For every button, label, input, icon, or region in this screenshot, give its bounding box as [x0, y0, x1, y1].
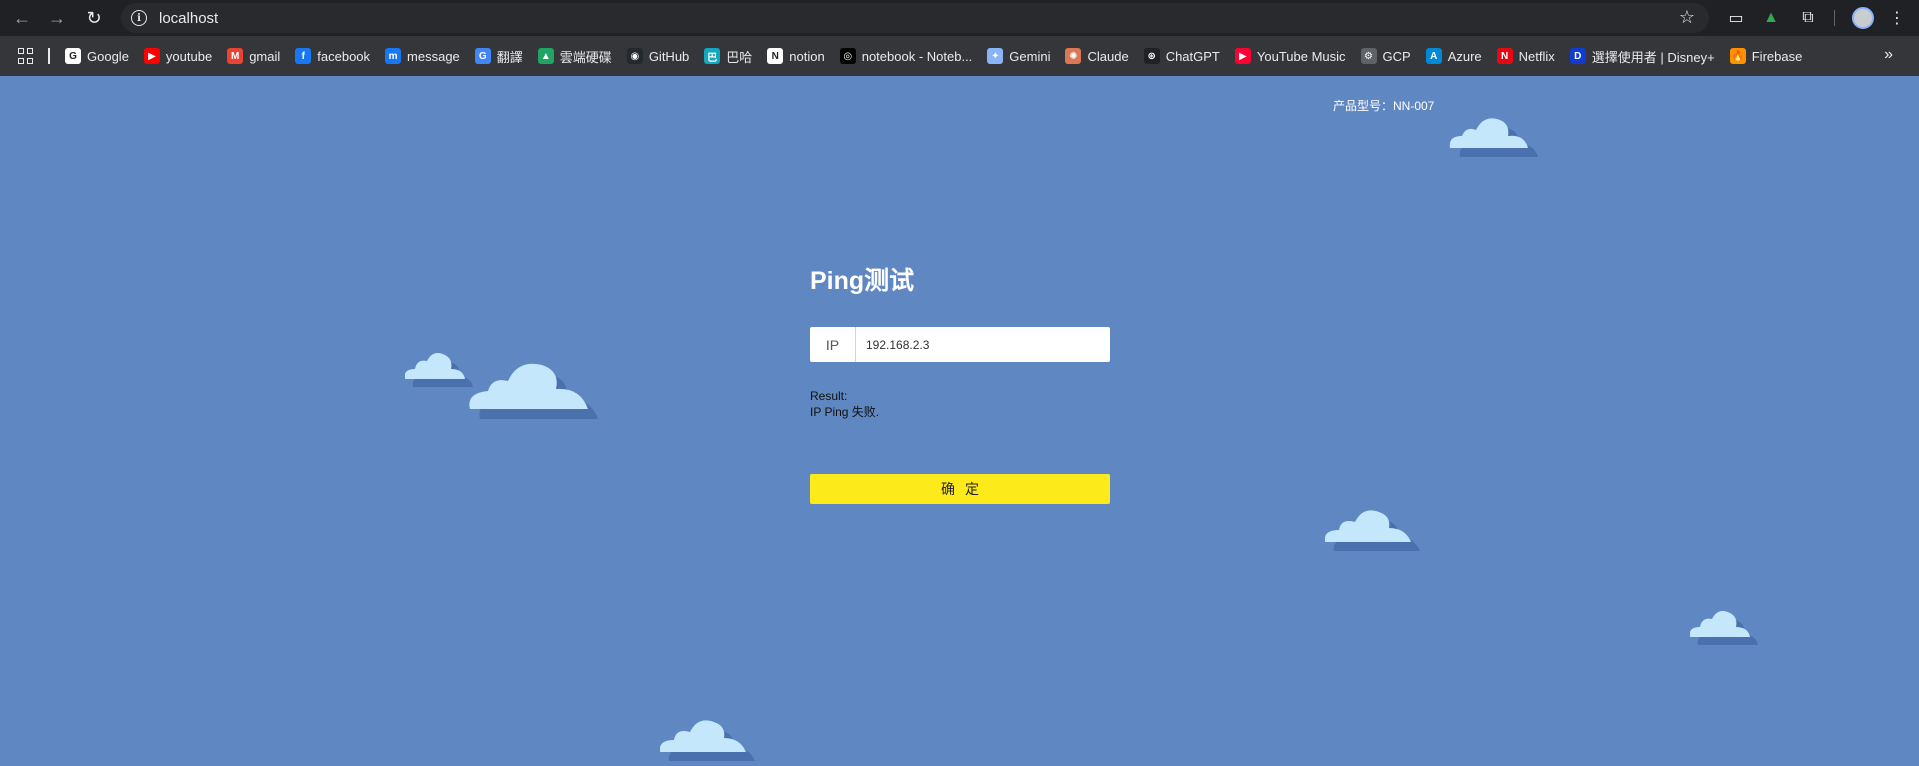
- bookmark-item[interactable]: 巴巴哈: [701, 42, 755, 70]
- back-icon[interactable]: ←: [10, 6, 34, 30]
- bookmark-favicon-icon: ◎: [839, 48, 856, 64]
- cloud-icon: [1449, 118, 1538, 157]
- cast-icon[interactable]: ▭: [1725, 7, 1747, 29]
- bookmark-favicon-icon: N: [1496, 48, 1513, 64]
- bookmark-label: message: [407, 48, 460, 64]
- bookmark-item[interactable]: Nnotion: [764, 42, 827, 70]
- cloud-icon: [1690, 611, 1758, 645]
- bookmark-item[interactable]: G 翻譯: [472, 42, 526, 70]
- result-area: Result: IP Ping 失败.: [810, 388, 879, 420]
- ip-input[interactable]: [856, 327, 1110, 362]
- bookmark-label: Netflix: [1518, 48, 1555, 64]
- cloud-icon: [660, 720, 755, 761]
- bookmark-item[interactable]: Mgmail: [224, 42, 283, 70]
- ip-label: IP: [810, 327, 856, 362]
- bookmark-item[interactable]: ✦ Gemini: [984, 42, 1053, 70]
- more-bookmarks-icon[interactable]: »: [1884, 46, 1893, 64]
- bookmark-favicon-icon: N: [767, 48, 784, 64]
- bookmark-favicon-icon: G: [65, 48, 81, 64]
- product-model: 产品型号：NN-007: [1333, 99, 1435, 113]
- bookmark-label: youtube: [165, 48, 213, 64]
- bookmark-label: Firebase: [1751, 48, 1803, 64]
- site-info-icon[interactable]: i: [131, 10, 147, 26]
- bookmark-item[interactable]: G Google: [62, 42, 132, 70]
- apps-grid-icon[interactable]: [18, 48, 34, 64]
- bookmark-item[interactable]: D 選擇使用者 | Disney+: [1567, 42, 1718, 70]
- bookmark-item[interactable]: ▲ 雲端硬碟: [535, 42, 615, 70]
- bookmark-label: gmail: [249, 48, 281, 64]
- bookmark-favicon-icon: G: [474, 48, 491, 64]
- bookmark-label: Google: [87, 48, 129, 64]
- bookmark-favicon-icon: ⊛: [1143, 48, 1160, 64]
- bookmark-label: Azure: [1447, 48, 1482, 64]
- cloud-icon: [1325, 510, 1420, 551]
- bookmark-item[interactable]: ◉ GitHub: [624, 42, 692, 70]
- bookmark-favicon-icon: 巴: [704, 48, 721, 64]
- address-url[interactable]: localhost: [159, 10, 218, 27]
- bookmark-favicon-icon: ▶: [1234, 48, 1251, 64]
- bookmark-item[interactable]: m message: [382, 42, 463, 70]
- bookmark-label: YouTube Music: [1256, 48, 1346, 64]
- bookmark-item[interactable]: ⚙ GCP: [1358, 42, 1414, 70]
- bookmark-item[interactable]: A Azure: [1423, 42, 1485, 70]
- forward-icon[interactable]: →: [45, 6, 69, 30]
- address-bar[interactable]: i localhost ☆: [121, 3, 1709, 33]
- bookmark-favicon-icon: ▲: [537, 48, 554, 64]
- bookmarks-bar: G Google ▶ youtube Mgmail f facebook m message G 翻…: [0, 36, 1919, 76]
- bookmark-label: GitHub: [648, 48, 690, 64]
- bookmark-list: G Google ▶ youtube Mgmail f facebook m message G 翻…: [62, 36, 1814, 76]
- bookmark-favicon-icon: ⚙: [1360, 48, 1377, 64]
- bookmark-item[interactable]: ▶ YouTube Music: [1232, 42, 1349, 70]
- bookmark-label: 翻譯: [496, 49, 523, 65]
- result-label: Result:: [810, 389, 848, 403]
- bookmark-label: 巴哈: [726, 49, 753, 65]
- bookmark-label: 選擇使用者 | Disney+: [1591, 49, 1715, 65]
- cloud-icon: [469, 363, 598, 419]
- drive-extension-icon[interactable]: ▲: [1760, 7, 1782, 29]
- bookmark-favicon-icon: ✺: [1065, 48, 1082, 64]
- ip-input-group: IP: [810, 327, 1110, 362]
- bookmark-favicon-icon: A: [1425, 48, 1442, 64]
- extensions-icon[interactable]: ⧉: [1797, 7, 1819, 29]
- bookmark-label: 雲端硬碟: [559, 49, 612, 65]
- result-text: IP Ping 失败.: [810, 405, 880, 419]
- bookmark-item[interactable]: ▶ youtube: [141, 42, 215, 70]
- bookmark-item[interactable]: f facebook: [292, 42, 373, 70]
- confirm-button[interactable]: 确定: [810, 474, 1110, 504]
- bookmark-label: notebook - Noteb...: [861, 48, 973, 64]
- menu-kebab-icon[interactable]: ⋮: [1886, 7, 1908, 29]
- bookmark-label: notion: [789, 48, 825, 64]
- bookmark-favicon-icon: ▶: [143, 48, 160, 64]
- page-content: 产品型号：NN-007 Ping测试 IP Result: IP Ping 失败…: [0, 76, 1919, 766]
- bookmark-favicon-icon: M: [227, 48, 244, 64]
- bookmark-item[interactable]: 🔥 Firebase: [1727, 42, 1806, 70]
- bookmark-label: Gemini: [1009, 48, 1051, 64]
- bookmark-item[interactable]: ◎ notebook - Noteb...: [837, 42, 976, 70]
- bookmark-favicon-icon: D: [1569, 48, 1586, 64]
- bookmark-star-icon[interactable]: ☆: [1679, 7, 1695, 28]
- bookmark-item[interactable]: N Netflix: [1494, 42, 1558, 70]
- bookmark-favicon-icon: ✦: [987, 48, 1004, 64]
- bookmark-label: GCP: [1382, 48, 1411, 64]
- bookmark-label: ChatGPT: [1165, 48, 1220, 64]
- profile-avatar[interactable]: [1852, 7, 1874, 29]
- bookmark-favicon-icon: ◉: [626, 48, 643, 64]
- bookmark-favicon-icon: f: [295, 48, 312, 64]
- bookmark-label: facebook: [317, 48, 371, 64]
- bookmark-item[interactable]: ✺ Claude: [1062, 42, 1131, 70]
- cloud-icon: [405, 353, 473, 387]
- browser-toolbar: ← → ↻ i localhost ☆ ▭ ▲ ⧉ ⋮: [0, 0, 1919, 36]
- bookmarks-separator: [48, 48, 50, 64]
- bookmark-label: Claude: [1087, 48, 1129, 64]
- bookmark-favicon-icon: m: [385, 48, 402, 64]
- bookmark-item[interactable]: ⊛ ChatGPT: [1141, 42, 1223, 70]
- page-title: Ping测试: [810, 267, 915, 295]
- reload-icon[interactable]: ↻: [82, 6, 106, 30]
- bookmark-favicon-icon: 🔥: [1729, 48, 1746, 64]
